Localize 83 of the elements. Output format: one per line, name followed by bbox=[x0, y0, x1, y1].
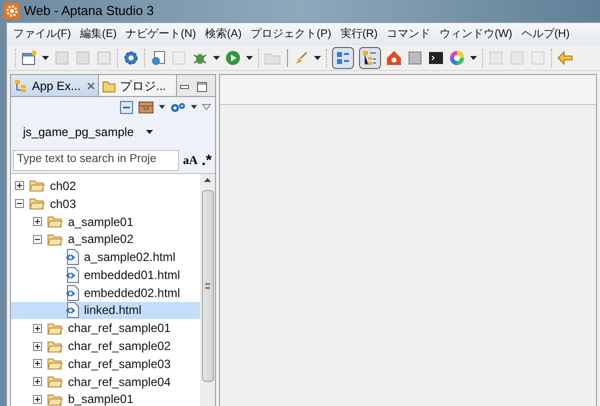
outline-view-toggle[interactable] bbox=[359, 46, 381, 68]
back-arrow-icon[interactable] bbox=[557, 50, 573, 66]
tree-item[interactable]: char_ref_sample02 bbox=[11, 337, 200, 355]
folder-icon bbox=[29, 179, 45, 192]
list-view-toggle[interactable] bbox=[332, 46, 354, 68]
expand-icon[interactable] bbox=[33, 377, 42, 386]
brush-icon[interactable] bbox=[293, 50, 309, 66]
dropdown-caret-icon[interactable] bbox=[191, 105, 197, 109]
globe-page-icon[interactable] bbox=[150, 50, 166, 66]
dropdown-caret-icon[interactable] bbox=[42, 56, 49, 60]
menu-item[interactable]: 検索(A) bbox=[205, 26, 242, 42]
folder-icon bbox=[47, 357, 63, 370]
tree-item[interactable]: embedded01.html bbox=[11, 266, 200, 284]
dropdown-caret-icon[interactable] bbox=[246, 56, 253, 60]
tree-item[interactable]: a_sample01 bbox=[11, 212, 200, 230]
folder-icon bbox=[47, 232, 63, 246]
expand-icon[interactable] bbox=[33, 394, 42, 404]
expand-icon[interactable] bbox=[33, 359, 42, 368]
dropdown-caret-icon[interactable] bbox=[159, 105, 165, 109]
menu-item[interactable]: ヘルプ(H) bbox=[521, 26, 570, 42]
package-icon[interactable] bbox=[138, 100, 154, 114]
folder-icon bbox=[47, 340, 63, 353]
folder-icon bbox=[29, 197, 45, 210]
list-view-icon bbox=[335, 50, 351, 66]
run-icon[interactable] bbox=[225, 50, 241, 66]
dropdown-caret-icon bbox=[146, 130, 153, 134]
view-menu-icon[interactable] bbox=[202, 104, 211, 110]
scrollbar[interactable] bbox=[200, 174, 215, 406]
menu-item[interactable]: 編集(E) bbox=[80, 26, 117, 42]
tree-item[interactable]: embedded02.html bbox=[11, 284, 200, 302]
tree-item[interactable]: char_ref_sample04 bbox=[11, 372, 200, 391]
search-field[interactable]: Type text to search in Proje bbox=[13, 150, 179, 170]
menu-item[interactable]: ファイル(F) bbox=[13, 26, 72, 42]
case-sensitive-toggle[interactable]: aA bbox=[183, 151, 198, 169]
menu-item[interactable]: 実行(R) bbox=[340, 26, 378, 42]
html-file-icon bbox=[65, 284, 79, 301]
dropdown-caret-icon[interactable] bbox=[470, 56, 477, 60]
collapse-all-icon[interactable] bbox=[120, 100, 133, 114]
color-wheel-icon[interactable] bbox=[449, 50, 465, 66]
app-gear-icon bbox=[4, 3, 20, 19]
menu-item[interactable]: ウィンドウ(W) bbox=[440, 26, 512, 42]
folder-icon bbox=[102, 78, 116, 92]
menu-item[interactable]: ナビゲート(N) bbox=[126, 26, 196, 42]
folder-icon bbox=[47, 322, 63, 335]
close-icon[interactable] bbox=[87, 82, 95, 90]
tree-item[interactable]: a_sample02.html bbox=[11, 248, 200, 266]
tree-item[interactable]: a_sample02 bbox=[11, 230, 200, 248]
new-file-icon[interactable] bbox=[21, 50, 37, 66]
terminal-icon[interactable] bbox=[428, 50, 444, 66]
tree-icon bbox=[14, 78, 28, 92]
settings-icon[interactable] bbox=[123, 50, 139, 66]
maximize-icon[interactable] bbox=[197, 82, 207, 92]
scroll-up-icon[interactable] bbox=[204, 178, 211, 182]
expand-icon[interactable] bbox=[33, 342, 42, 351]
folder-icon bbox=[47, 392, 63, 406]
expand-icon[interactable] bbox=[33, 324, 42, 333]
collapse-icon[interactable] bbox=[15, 199, 24, 208]
regex-toggle[interactable]: .* bbox=[202, 152, 212, 168]
tree-item[interactable]: b_sample01 bbox=[11, 390, 200, 406]
window-title: Web - Aptana Studio 3 bbox=[24, 2, 154, 20]
menu-item[interactable]: プロジェクト(P) bbox=[250, 26, 332, 42]
tree-item[interactable]: ch03 bbox=[11, 194, 200, 213]
tree-item[interactable]: char_ref_sample01 bbox=[11, 319, 200, 338]
menu-item[interactable]: コマンド bbox=[386, 26, 431, 42]
minimize-icon[interactable] bbox=[180, 84, 189, 90]
dropdown-caret-icon[interactable] bbox=[213, 56, 220, 60]
tree-item[interactable]: ch02 bbox=[11, 177, 200, 195]
panel-tab[interactable]: プロジ... bbox=[99, 75, 177, 96]
collapse-icon[interactable] bbox=[33, 234, 42, 244]
panel-tab[interactable]: App Ex... bbox=[11, 75, 99, 96]
expand-icon[interactable] bbox=[15, 181, 24, 190]
dropdown-caret-icon[interactable] bbox=[314, 56, 321, 60]
home-icon[interactable] bbox=[386, 50, 402, 66]
html-file-icon bbox=[65, 249, 79, 266]
tree-item[interactable]: char_ref_sample03 bbox=[11, 354, 200, 373]
outline-tree-icon bbox=[362, 50, 378, 66]
html-file-icon bbox=[65, 302, 79, 318]
tree-item[interactable]: linked.html bbox=[11, 302, 200, 320]
expand-icon[interactable] bbox=[33, 216, 42, 226]
gears-icon[interactable] bbox=[170, 100, 186, 114]
html-file-icon bbox=[65, 266, 79, 283]
folder-icon bbox=[47, 214, 63, 228]
folder-icon bbox=[47, 375, 63, 388]
